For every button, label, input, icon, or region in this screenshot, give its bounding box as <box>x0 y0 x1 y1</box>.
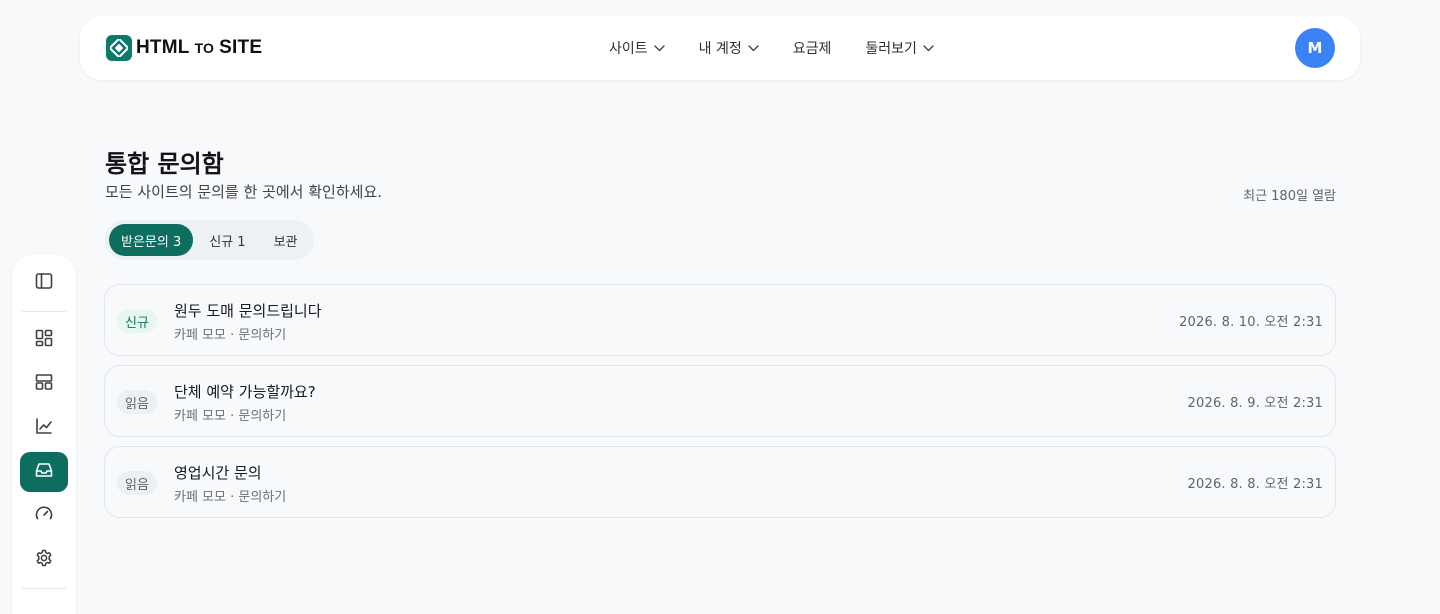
sidebar-divider <box>22 311 66 312</box>
gauge-icon <box>34 504 54 528</box>
top-navbar: HTML TO SITE 사이트 내 계정 요금제 둘러보기 M <box>80 16 1360 80</box>
logo-text-small: TO <box>194 40 215 56</box>
status-badge: 읽음 <box>117 390 157 414</box>
sidebar-expand-button[interactable] <box>20 596 68 614</box>
nav-item-pricing[interactable]: 요금제 <box>793 38 832 58</box>
nav-label: 요금제 <box>792 41 832 57</box>
inquiry-date: 2026. 8. 9. 오전 2:31 <box>1187 396 1323 411</box>
inquiry-row[interactable]: 읽음 영업시간 문의 카페 모모 · 문의하기 2026. 8. 8. 오전 2… <box>104 446 1336 518</box>
inquiry-row[interactable]: 신규 원두 도매 문의드립니다 카페 모모 · 문의하기 2026. 8. 10… <box>104 284 1336 356</box>
inquiry-title: 영업시간 문의 <box>174 464 262 482</box>
tab-received[interactable]: 받은문의 3 <box>109 224 194 256</box>
logo-text-main: HTML <box>136 37 190 58</box>
inquiry-date: 2026. 8. 8. 오전 2:31 <box>1187 477 1323 492</box>
inquiry-source: 카페 모모 · 문의하기 <box>174 490 287 505</box>
chevron-down-icon <box>923 44 934 52</box>
tab-archived[interactable]: 보관 <box>262 224 310 256</box>
chevron-up-icon <box>37 607 51 614</box>
inquiry-source: 카페 모모 · 문의하기 <box>174 409 287 424</box>
sidebar-item-performance[interactable] <box>20 496 68 536</box>
inquiry-list: 신규 원두 도매 문의드립니다 카페 모모 · 문의하기 2026. 8. 10… <box>104 284 1336 527</box>
sidebar-item-settings[interactable] <box>20 540 68 580</box>
nav-item-sites[interactable]: 사이트 <box>609 38 665 58</box>
inquiry-date: 2026. 8. 10. 오전 2:31 <box>1179 315 1323 330</box>
layout-icon <box>34 372 54 396</box>
sidebar-item-layout[interactable] <box>20 364 68 404</box>
logo-mark-icon <box>106 35 132 61</box>
sidebar <box>12 254 76 614</box>
sidebar-item-inbox[interactable] <box>20 452 68 492</box>
grid-icon <box>34 328 54 352</box>
status-badge: 신규 <box>117 309 157 333</box>
inquiry-title: 원두 도매 문의드립니다 <box>174 302 322 320</box>
nav-item-explore[interactable]: 둘러보기 <box>865 38 934 58</box>
sidebar-divider <box>22 588 66 589</box>
chevron-down-icon <box>653 44 665 52</box>
inbox-icon <box>34 460 54 484</box>
nav-label: 둘러보기 <box>865 41 917 57</box>
main-nav: 사이트 내 계정 요금제 둘러보기 <box>609 16 968 80</box>
page-title: 통합 문의함 <box>105 150 224 178</box>
nav-item-account[interactable]: 내 계정 <box>699 38 759 58</box>
page-subtitle: 모든 사이트의 문의를 한 곳에서 확인하세요. <box>105 183 383 201</box>
inbox-filter-tabs: 받은문의 3 신규 1 보관 <box>105 220 314 260</box>
nav-label: 내 계정 <box>698 41 742 57</box>
inquiry-title: 단체 예약 가능할까요? <box>174 383 316 401</box>
tab-new[interactable]: 신규 1 <box>197 224 257 256</box>
logo-text-end: SITE <box>219 37 263 58</box>
inquiry-source: 카페 모모 · 문의하기 <box>174 328 287 343</box>
sidebar-toggle-button[interactable] <box>20 263 68 303</box>
status-badge: 읽음 <box>117 471 157 495</box>
sidebar-item-dashboard[interactable] <box>20 320 68 360</box>
inquiry-row[interactable]: 읽음 단체 예약 가능할까요? 카페 모모 · 문의하기 2026. 8. 9.… <box>104 365 1336 437</box>
logo-text: HTML TO SITE <box>136 37 262 59</box>
chevron-down-icon <box>748 44 759 52</box>
avatar-initial: M <box>1307 39 1323 57</box>
brand-logo[interactable]: HTML TO SITE <box>106 35 262 61</box>
gear-icon <box>34 548 54 572</box>
user-avatar[interactable]: M <box>1295 28 1335 68</box>
panel-left-icon <box>34 271 54 295</box>
sidebar-item-analytics[interactable] <box>20 408 68 448</box>
retention-note: 최근 180일 열람 <box>1243 189 1336 204</box>
nav-label: 사이트 <box>609 41 648 57</box>
chart-line-icon <box>34 416 54 440</box>
